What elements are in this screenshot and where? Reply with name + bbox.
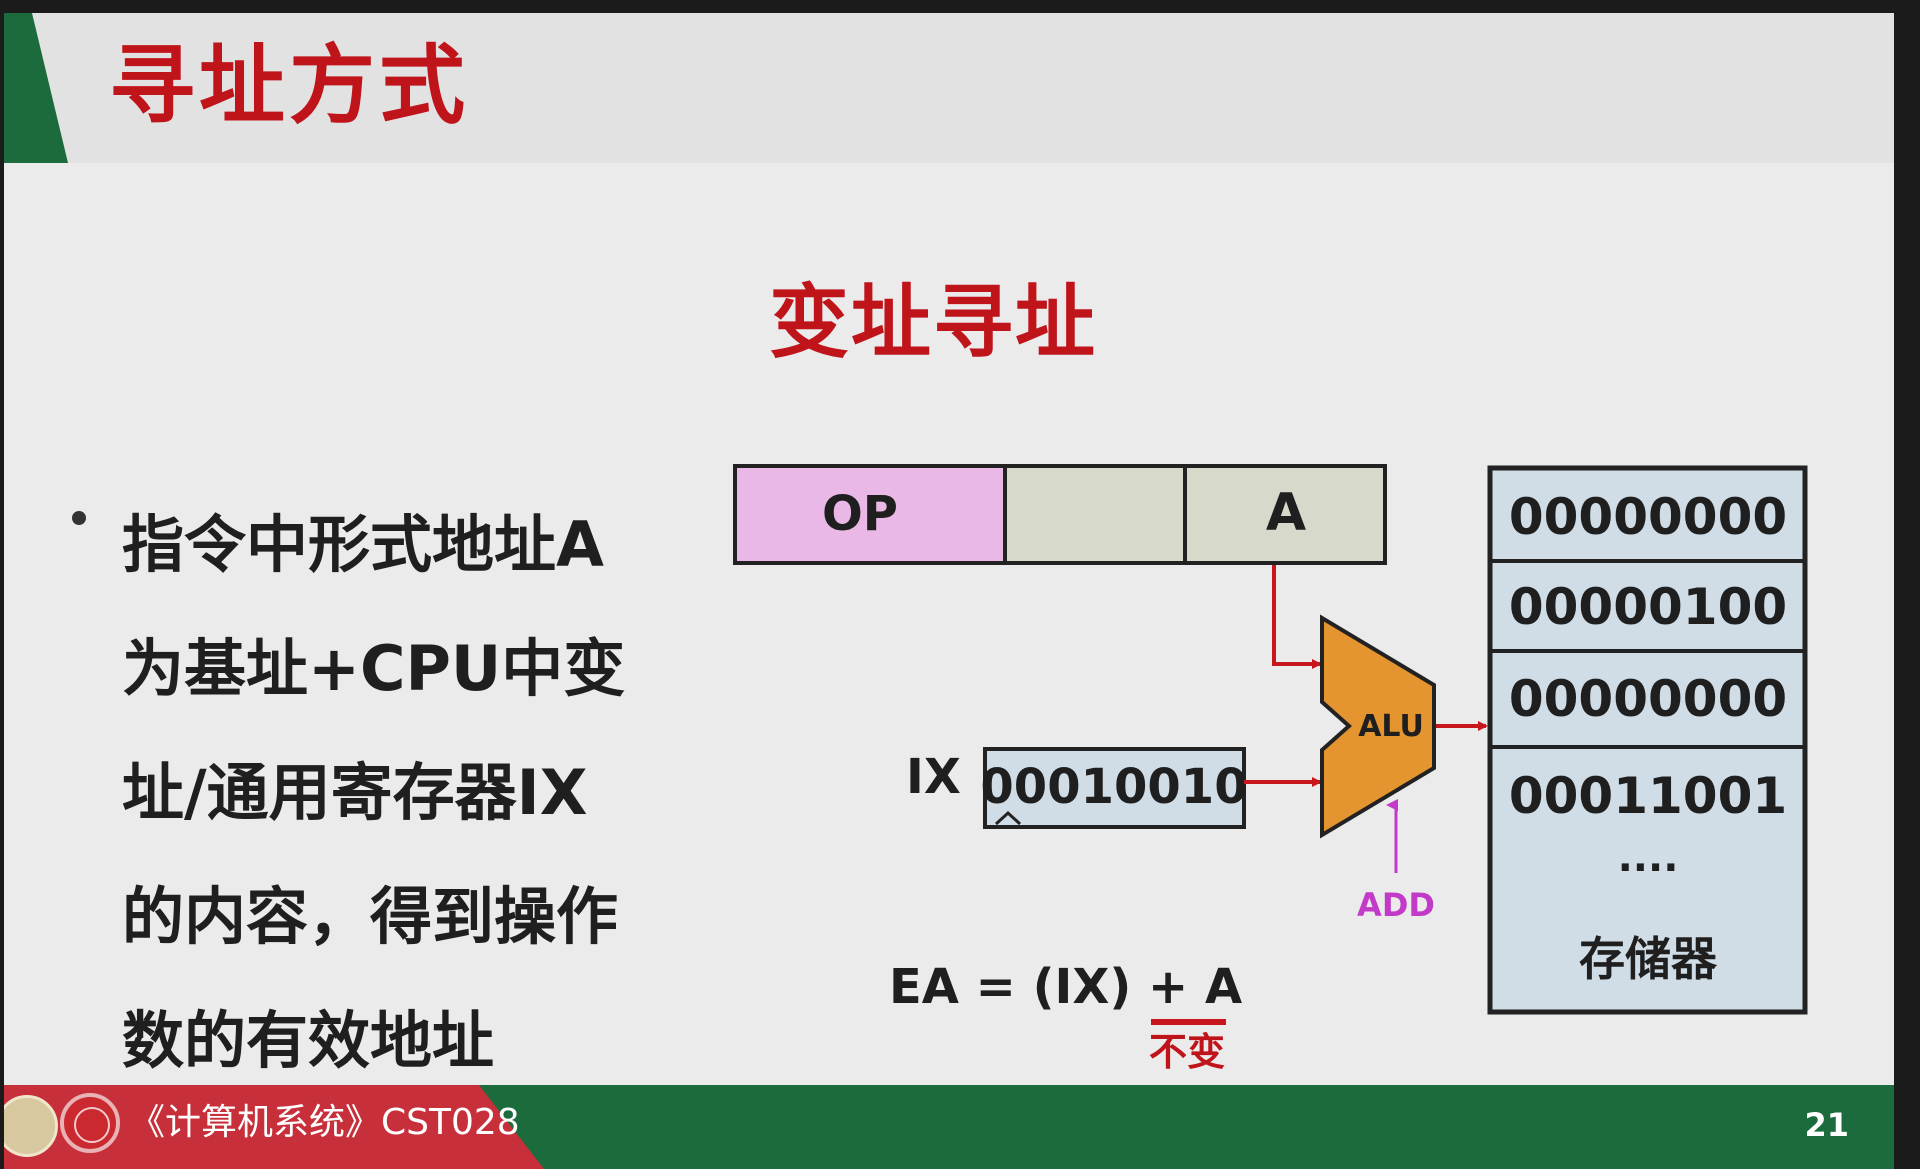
op-label: OP [822,486,898,542]
memory-cell: 00000000 [1509,670,1787,728]
arrow-a-to-alu [1272,565,1322,669]
ix-value: 00010010 [980,759,1247,815]
formula-note: 不变 [1149,1030,1225,1074]
ea-formula: EA = (IX) + A [889,959,1242,1015]
seal-inner-ring [74,1107,110,1143]
ix-register: IX 00010010 [906,747,1248,829]
add-label: ADD [1357,886,1435,924]
slide: 寻址方式 变址寻址 指令中形式地址A 为基址+CPU中变 址/通用寄存器IX 的… [4,13,1894,1169]
page-number: 21 [1804,1106,1849,1144]
memory-block: 00000000 00000100 00000000 00011001 ····… [1487,465,1808,1015]
alu-label: ALU [1358,709,1424,744]
instruction-format: OP A [733,464,1387,565]
indexed-addressing-diagram: OP A IX 00010010 ALU ADD 00000000 000001… [733,464,1808,1074]
alu-unit: ALU [1320,614,1436,839]
course-label: 《计算机系统》CST028 [129,1102,520,1143]
a-label: A [1266,483,1306,543]
memory-outline [1487,465,1808,1015]
school-seal-logo [60,1093,120,1153]
memory-cell: 00000000 [1509,488,1787,546]
memory-ellipsis: ···· [1618,845,1679,891]
ix-label: IX [906,749,961,805]
memory-cell: 00000100 [1509,578,1787,636]
memory-label: 存储器 [1579,932,1718,986]
blank-field [1003,464,1187,565]
footer-bar: 《计算机系统》CST028 21 [4,1085,1894,1169]
memory-cell: 00011001 [1509,767,1787,825]
